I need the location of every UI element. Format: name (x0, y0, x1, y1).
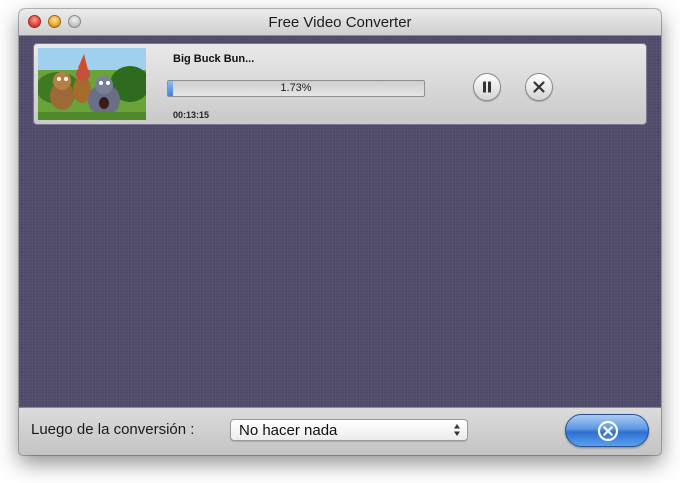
bottom-toolbar: Luego de la conversión : No hacer nada (19, 407, 661, 455)
cancel-job-button[interactable] (525, 73, 553, 101)
conversion-progress-bar: 1.73% (167, 80, 425, 97)
after-conversion-value: No hacer nada (239, 422, 338, 439)
after-conversion-label: Luego de la conversión : (31, 421, 195, 438)
cancel-all-button[interactable] (565, 414, 649, 447)
cancel-circle-icon (597, 420, 619, 442)
elapsed-time: 00:13:15 (173, 110, 210, 120)
video-name: Big Buck Bun... (173, 53, 255, 65)
after-conversion-select[interactable]: No hacer nada (230, 419, 468, 441)
pause-icon (483, 81, 491, 93)
window-title: Free Video Converter (268, 14, 412, 31)
close-icon (533, 81, 545, 93)
progress-percent: 1.73% (280, 82, 312, 94)
title-bar[interactable]: Free Video Converter (19, 9, 661, 36)
pause-button[interactable] (473, 73, 501, 101)
updown-arrows-icon (454, 424, 460, 436)
conversion-list: Big Buck Bun... 1.73% 00:13:15 (19, 36, 661, 407)
video-thumbnail (38, 48, 146, 120)
conversion-job-item: Big Buck Bun... 1.73% 00:13:15 (33, 43, 647, 125)
app-window: Free Video Converter Big Buck Bun... 1.7… (19, 9, 661, 455)
